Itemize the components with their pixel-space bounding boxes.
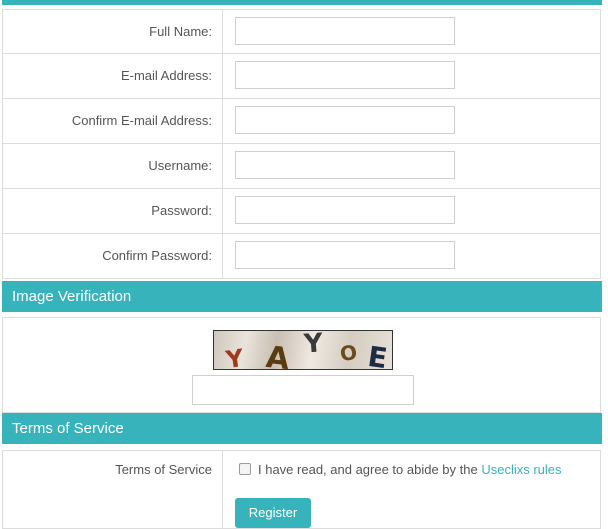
- register-row: Register: [2, 489, 601, 529]
- confirm-password-label: Confirm Password:: [3, 234, 223, 278]
- top-accent-bar: [2, 0, 602, 5]
- confirm-password-row: Confirm Password:: [2, 234, 601, 279]
- full-name-field[interactable]: [235, 17, 455, 45]
- captcha-image: Y A Y O E: [213, 330, 393, 370]
- captcha-letter-4: O: [338, 339, 359, 367]
- captcha-letter-5: E: [365, 339, 390, 370]
- full-name-row: Full Name:: [2, 9, 601, 54]
- terms-label: Terms of Service: [3, 451, 223, 489]
- captcha-letter-1: Y: [224, 343, 246, 370]
- email-label: E-mail Address:: [3, 54, 223, 98]
- email-field[interactable]: [235, 61, 455, 89]
- confirm-email-label: Confirm E-mail Address:: [3, 99, 223, 143]
- terms-agreement-text: I have read, and agree to abide by the U…: [258, 462, 562, 477]
- register-button[interactable]: Register: [235, 498, 311, 528]
- password-field[interactable]: [235, 196, 455, 224]
- terms-of-service-header: Terms of Service: [2, 413, 602, 444]
- full-name-label: Full Name:: [3, 10, 223, 53]
- register-row-spacer: [3, 489, 223, 528]
- captcha-input[interactable]: [192, 375, 414, 405]
- rules-link[interactable]: Useclixs rules: [481, 462, 561, 477]
- captcha-letter-2: A: [264, 339, 291, 370]
- username-label: Username:: [3, 144, 223, 188]
- captcha-letter-3: Y: [302, 330, 324, 360]
- terms-agreement-label: I have read, and agree to abide by the: [258, 462, 482, 477]
- confirm-password-field[interactable]: [235, 241, 455, 269]
- password-label: Password:: [3, 189, 223, 233]
- password-row: Password:: [2, 189, 601, 234]
- confirm-email-field[interactable]: [235, 106, 455, 134]
- terms-row: Terms of Service I have read, and agree …: [2, 450, 601, 490]
- image-verification-header: Image Verification: [2, 281, 602, 312]
- captcha-panel: Y A Y O E: [2, 317, 601, 413]
- username-field[interactable]: [235, 151, 455, 179]
- terms-checkbox[interactable]: [239, 463, 251, 475]
- confirm-email-row: Confirm E-mail Address:: [2, 99, 601, 144]
- username-row: Username:: [2, 144, 601, 189]
- email-row: E-mail Address:: [2, 54, 601, 99]
